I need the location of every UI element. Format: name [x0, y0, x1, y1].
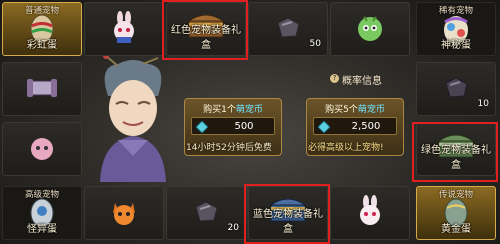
mystery-egg-slot[interactable]: 稀有宠物 神秘蛋	[416, 2, 496, 56]
free-timer-note: 14小时52分钟后免费	[186, 143, 272, 153]
pink-pet-icon	[31, 138, 53, 160]
buy-one-currency: 萌宠币	[235, 105, 263, 115]
granny-character-illustration	[100, 56, 166, 182]
probability-info-link[interactable]: 概率信息	[342, 72, 382, 87]
buy-one-price: 500	[234, 121, 254, 132]
scroll-icon	[27, 79, 57, 97]
buy-one-title: 购买1个萌宠币	[185, 102, 281, 115]
buy-five-prefix: 购买5个	[325, 105, 358, 115]
buy-five-currency: 萌宠币	[357, 105, 385, 115]
pet-lottery-panel: 普通宠物 彩虹蛋 红色宠物装备礼盒 50 稀有宠物 神秘蛋 10 绿色宠物装备礼…	[0, 0, 500, 244]
scroll-count: 10	[477, 99, 489, 109]
strange-egg-slot[interactable]: 高级宠物 怪异蛋	[2, 186, 82, 240]
green-pet-icon	[358, 16, 382, 41]
scroll-item-slot[interactable]	[2, 62, 82, 116]
colorful-egg-slot[interactable]: 普通宠物 彩虹蛋	[2, 2, 82, 56]
green-box-highlight	[412, 122, 498, 182]
pet-item-slot[interactable]	[84, 186, 164, 240]
buy-five-title: 购买5个萌宠币	[307, 102, 403, 115]
colorful-egg-label: 彩虹蛋	[27, 40, 57, 51]
fox-pet-icon	[113, 203, 135, 225]
cyan-gem-icon	[318, 121, 330, 133]
pet-item-slot[interactable]	[2, 122, 82, 176]
rabbit-pet-icon	[114, 11, 134, 43]
buy-five-price: 2,500	[351, 121, 381, 132]
buy-one-price-box: 500	[191, 117, 275, 135]
stone-item-slot[interactable]: 50	[248, 2, 328, 56]
stone-item-slot[interactable]: 20	[166, 186, 246, 240]
stone-icon	[277, 17, 300, 38]
stone-count: 50	[309, 39, 321, 49]
cyan-gem-icon	[196, 121, 208, 133]
buy-one-prefix: 购买1个	[203, 105, 236, 115]
blue-box-highlight	[244, 184, 330, 244]
stone-count: 20	[227, 223, 239, 233]
gold-egg-slot[interactable]: 传说宠物 黄金蛋	[416, 186, 496, 240]
pet-item-slot[interactable]	[330, 186, 410, 240]
dark-stone-icon	[445, 77, 468, 98]
mystery-egg-label: 神秘蛋	[441, 40, 471, 51]
strange-egg-label: 怪异蛋	[27, 224, 57, 235]
pet-item-slot[interactable]	[330, 2, 410, 56]
guarantee-note: 必得高级以上宠物!	[308, 143, 384, 153]
pet-item-slot[interactable]	[84, 2, 164, 56]
info-icon[interactable]: ?	[330, 74, 339, 83]
stone-icon	[195, 201, 218, 222]
buy-five-price-box: 2,500	[313, 117, 397, 135]
scroll-item-slot[interactable]: 10	[416, 62, 496, 116]
gold-egg-label: 黄金蛋	[441, 224, 471, 235]
bunny-pet-icon	[360, 195, 380, 225]
red-box-highlight	[162, 0, 248, 60]
